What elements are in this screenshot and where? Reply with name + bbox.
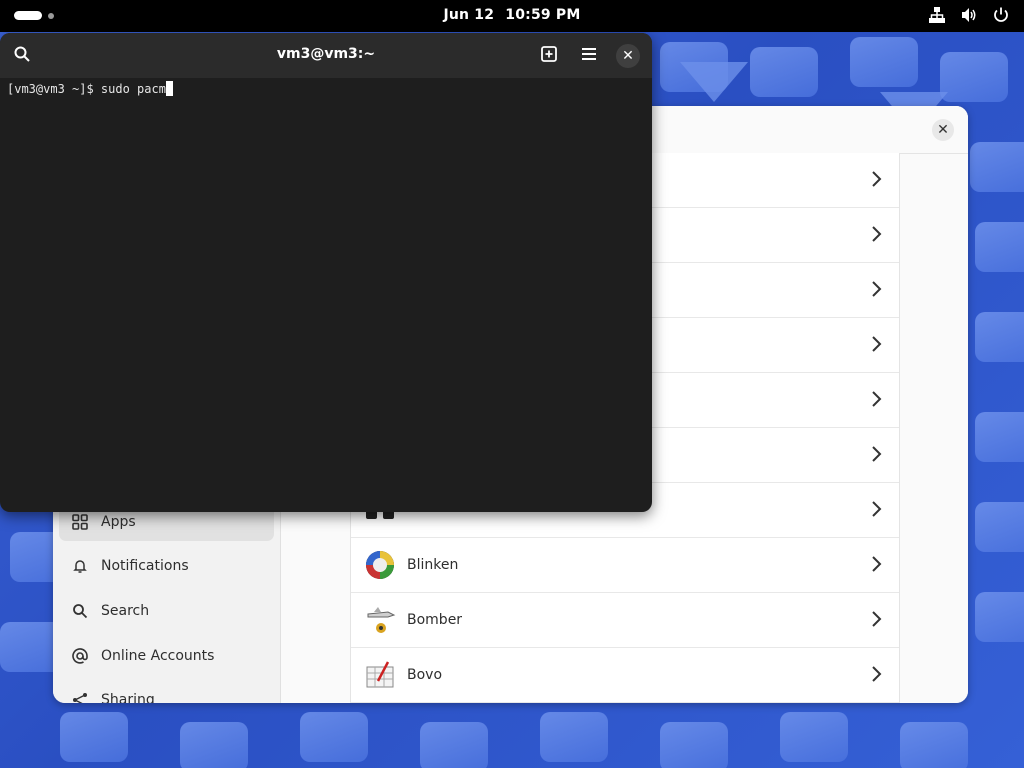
app-name: Blinken [407,557,459,573]
chevron-right-icon [871,444,883,468]
volume-icon [960,6,978,24]
bovo-app-icon [363,658,397,692]
wallpaper-shape [940,52,1008,102]
chevron-right-icon [871,499,883,523]
sidebar-item-label: Search [101,603,150,619]
settings-close-button[interactable]: ✕ [932,119,954,141]
chevron-right-icon [871,389,883,413]
list-item[interactable]: Blinken [351,538,899,593]
chevron-right-icon [871,664,883,688]
terminal-header-bar: vm3@vm3:~ ✕ [0,33,652,78]
sidebar-item-notifications[interactable]: Notifications [59,547,274,585]
new-tab-button[interactable] [537,44,561,68]
bell-icon [69,558,91,574]
sidebar-item-search[interactable]: Search [59,592,274,630]
wallpaper-shape [680,62,748,102]
chevron-right-icon [871,279,883,303]
sidebar-item-label: Notifications [101,558,189,574]
chevron-right-icon [871,169,883,193]
list-item[interactable]: Bovo [351,648,899,703]
terminal-close-button[interactable]: ✕ [616,44,640,68]
close-icon: ✕ [622,48,634,64]
wallpaper-shape [180,722,248,768]
menu-icon [580,45,598,67]
wallpaper-shape [300,712,368,762]
sidebar-item-label: Online Accounts [101,648,215,664]
wallpaper-shape [975,222,1024,272]
sidebar-item-label: Apps [101,514,136,530]
new-tab-icon [540,45,558,67]
sidebar-item-online-accounts[interactable]: Online Accounts [59,637,274,675]
clock-time: 10:59 PM [505,7,581,23]
list-item[interactable]: Bomber [351,593,899,648]
terminal-window[interactable]: vm3@vm3:~ ✕ [vm3@vm3 ~]$ sudo pacm [0,33,652,512]
app-name: Bomber [407,612,463,628]
blinken-app-icon [363,548,397,582]
top-bar: Jun 12 10:59 PM [0,0,1024,32]
search-icon [69,603,91,619]
terminal-command: sudo pacm [100,82,166,96]
bomber-app-icon [363,603,397,637]
wallpaper-shape [750,47,818,97]
sidebar-item-sharing[interactable]: Sharing [59,681,274,703]
wallpaper-shape [660,722,728,768]
app-name: Bovo [407,667,443,683]
wallpaper-shape [975,592,1024,642]
chevron-right-icon [871,609,883,633]
terminal-menu-button[interactable] [577,44,601,68]
at-icon [69,648,91,664]
chevron-right-icon [871,334,883,358]
power-icon [992,6,1010,24]
wallpaper-shape [540,712,608,762]
wallpaper-shape [975,502,1024,552]
system-tray[interactable] [928,6,1010,24]
terminal-prompt: [vm3@vm3 ~]$ [7,82,101,96]
chevron-right-icon [871,224,883,248]
clock-date: Jun 12 [443,7,495,23]
wallpaper-shape [975,412,1024,462]
share-icon [69,692,91,703]
terminal-content[interactable]: [vm3@vm3 ~]$ sudo pacm [7,81,173,96]
text-cursor [165,81,173,96]
wallpaper-shape [900,722,968,768]
wallpaper-shape [420,722,488,768]
wallpaper-shape [850,37,918,87]
network-icon [928,6,946,24]
wallpaper-shape [780,712,848,762]
chevron-right-icon [871,554,883,578]
clock[interactable]: Jun 12 10:59 PM [0,7,1024,23]
sidebar-item-label: Sharing [101,692,155,703]
wallpaper-shape [970,142,1024,192]
close-icon: ✕ [937,122,949,138]
wallpaper-shape [975,312,1024,362]
apps-grid-icon [69,514,91,530]
wallpaper-shape [60,712,128,762]
